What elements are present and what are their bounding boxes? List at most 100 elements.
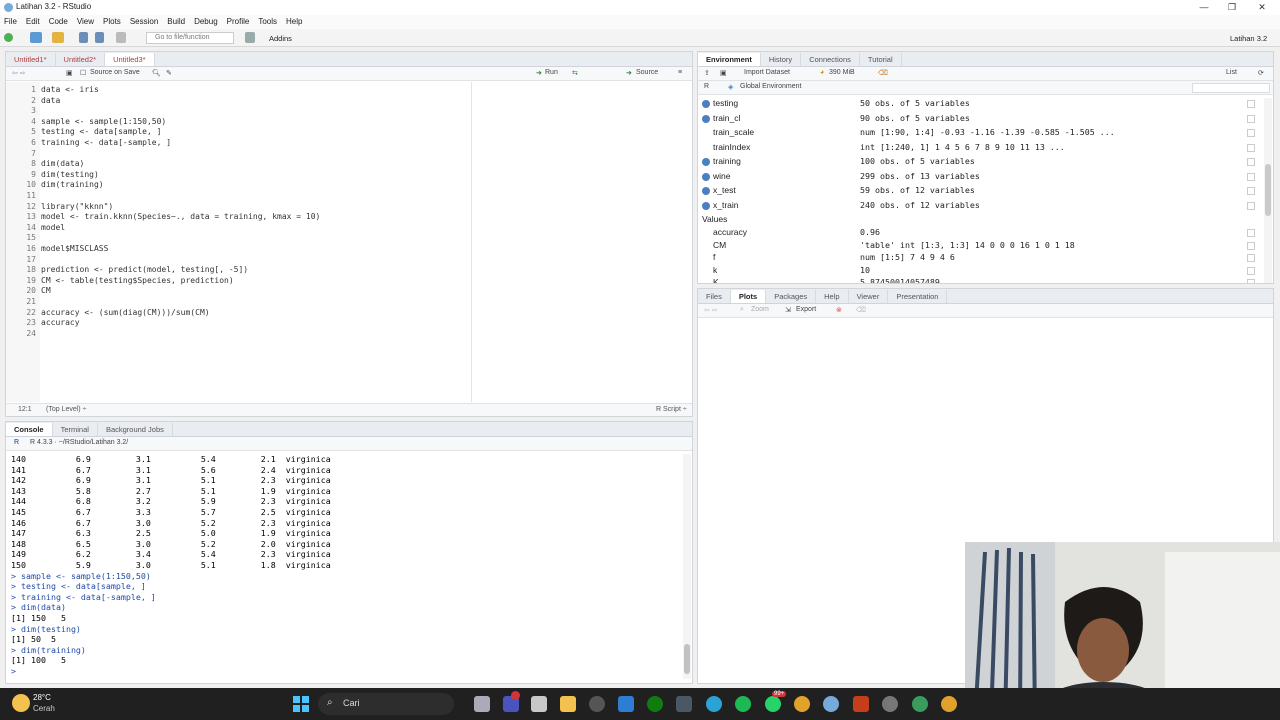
menu-view[interactable]: View [77, 15, 94, 29]
file-type-selector[interactable]: R Script ÷ [656, 406, 687, 413]
view-table-icon[interactable] [1247, 229, 1255, 237]
store-icon[interactable] [531, 696, 547, 712]
new-project-icon[interactable] [30, 32, 42, 43]
outline-icon[interactable]: ≡ [678, 69, 682, 76]
tab-plots[interactable]: Plots [730, 290, 767, 303]
environment-row[interactable]: trainIndex int [1:240, 1] 1 4 5 6 7 8 9 1… [698, 141, 1264, 155]
tab-untitled1[interactable]: Untitled1* [6, 53, 56, 66]
new-file-icon[interactable] [4, 33, 13, 42]
tab-console[interactable]: Console [6, 423, 53, 436]
settings-gear-icon[interactable] [882, 696, 898, 712]
view-mode-selector[interactable]: List [1226, 69, 1237, 76]
export-menu[interactable]: Export [796, 306, 816, 313]
environment-row[interactable]: wine 299 obs. of 13 variables [698, 170, 1264, 184]
task-view-icon[interactable] [474, 696, 490, 712]
menu-profile[interactable]: Profile [227, 15, 250, 29]
view-table-icon[interactable] [1247, 241, 1255, 250]
minimize-button[interactable]: — [1190, 1, 1218, 14]
addins-menu[interactable]: Addins [269, 34, 292, 43]
edge-icon[interactable] [706, 696, 722, 712]
view-table-icon[interactable] [1247, 114, 1255, 123]
menu-edit[interactable]: Edit [26, 15, 40, 29]
file-explorer-icon[interactable] [560, 696, 576, 712]
tab-history[interactable]: History [761, 53, 802, 66]
rerun-icon[interactable]: ⇆ [572, 69, 578, 77]
zoom-button[interactable]: Zoom [751, 306, 769, 313]
view-table-icon[interactable] [1247, 143, 1255, 152]
code-tools-icon[interactable]: ✎ [166, 69, 172, 77]
tab-background-jobs[interactable]: Background Jobs [98, 423, 173, 436]
environment-row[interactable]: testing 50 obs. of 5 variables [698, 97, 1264, 111]
clear-plots-icon[interactable]: ⌫ [856, 306, 866, 314]
console-output[interactable]: 140 6.9 3.1 5.4 2.1 virginica 141 6.7 3.1… [6, 452, 682, 682]
start-windows-icon[interactable] [293, 696, 309, 712]
view-table-icon[interactable] [1247, 266, 1255, 275]
tab-terminal[interactable]: Terminal [53, 423, 98, 436]
source-on-save-checkbox[interactable]: ☐ [80, 69, 86, 77]
environment-row[interactable]: train_scale num [1:90, 1:4] -0.93 -1.16 -… [698, 126, 1264, 140]
find-icon[interactable]: 🔍︎ [152, 69, 161, 77]
back-arrow-icon[interactable]: ⇦ ⇨ [12, 69, 26, 77]
obs-icon[interactable] [912, 696, 928, 712]
tab-connections[interactable]: Connections [801, 53, 860, 66]
xbox-icon[interactable] [647, 696, 663, 712]
menu-debug[interactable]: Debug [194, 15, 218, 29]
steam-icon[interactable] [676, 696, 692, 712]
close-button[interactable]: ✕ [1248, 1, 1276, 14]
expand-dataset-icon[interactable] [702, 172, 710, 181]
console-scroll-thumb[interactable] [684, 644, 690, 674]
goto-file-input[interactable]: Go to file/function [146, 32, 234, 44]
memory-usage[interactable]: 390 MiB [829, 69, 855, 76]
clear-broom-icon[interactable]: ⌫ [878, 69, 888, 77]
vscode-icon[interactable] [618, 696, 634, 712]
expand-dataset-icon[interactable] [702, 201, 710, 210]
github-icon[interactable] [589, 696, 605, 712]
powerpoint-icon[interactable] [853, 696, 869, 712]
menu-file[interactable]: File [4, 15, 17, 29]
menu-build[interactable]: Build [167, 15, 185, 29]
view-table-icon[interactable] [1247, 158, 1255, 166]
weather-icon[interactable] [12, 694, 30, 712]
environment-scroll-thumb[interactable] [1265, 164, 1271, 216]
code-area[interactable]: data <- iris data sample <- sample(1:150,5… [6, 82, 692, 402]
environment-search-input[interactable] [1192, 83, 1270, 93]
environment-row[interactable]: x_test 59 obs. of 12 variables [698, 184, 1264, 198]
import-dataset-button[interactable]: Import Dataset [744, 69, 790, 76]
tab-help[interactable]: Help [816, 290, 849, 303]
menu-code[interactable]: Code [49, 15, 68, 29]
menu-session[interactable]: Session [130, 15, 158, 29]
project-menu[interactable]: Latihan 3.2 [1230, 34, 1267, 43]
view-table-icon[interactable] [1247, 254, 1255, 263]
chrome-icon[interactable] [794, 696, 810, 712]
language-selector[interactable]: R [704, 83, 709, 90]
view-table-icon[interactable] [1247, 172, 1255, 181]
tab-viewer[interactable]: Viewer [849, 290, 889, 303]
tab-files[interactable]: Files [698, 290, 731, 303]
spotify-icon[interactable] [735, 696, 751, 712]
view-table-icon[interactable] [1247, 187, 1255, 195]
expand-dataset-icon[interactable] [702, 114, 710, 123]
tab-packages[interactable]: Packages [766, 290, 817, 303]
tab-untitled3[interactable]: Untitled3* [105, 53, 155, 66]
load-workspace-icon[interactable]: ⇪ [704, 69, 710, 77]
environment-row[interactable]: train_cl 90 obs. of 5 variables [698, 112, 1264, 126]
save-editor-icon[interactable]: ▣ [66, 69, 73, 77]
grid-layout-icon[interactable] [245, 32, 255, 43]
menu-help[interactable]: Help [286, 15, 302, 29]
menu-plots[interactable]: Plots [103, 15, 121, 29]
view-table-icon[interactable] [1247, 129, 1255, 137]
expand-dataset-icon[interactable] [702, 187, 710, 195]
expand-dataset-icon[interactable] [702, 100, 710, 108]
view-table-icon[interactable] [1247, 100, 1255, 108]
expand-dataset-icon[interactable] [702, 158, 710, 166]
environment-row[interactable]: x_train 240 obs. of 12 variables [698, 199, 1264, 213]
refresh-icon[interactable]: ⟳ [1258, 69, 1264, 77]
rstudio-taskbar-icon[interactable] [823, 696, 839, 712]
save-all-icon[interactable] [95, 32, 104, 43]
tab-tutorial[interactable]: Tutorial [860, 53, 902, 66]
open-file-icon[interactable] [52, 32, 64, 43]
plot-nav-icon[interactable]: ⇦ ⇨ [704, 306, 718, 314]
maximize-button[interactable]: ❐ [1218, 1, 1246, 14]
tab-presentation[interactable]: Presentation [888, 290, 948, 303]
save-workspace-icon[interactable]: ▣ [720, 69, 727, 77]
